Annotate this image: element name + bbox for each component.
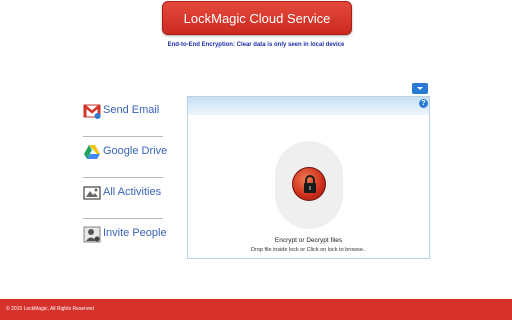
encryption-subtitle: End-to-End Encryption: Clear data is onl…	[167, 42, 345, 48]
help-icon[interactable]: ?	[419, 99, 428, 108]
sidebar-item-send-email[interactable]: Send Email	[83, 96, 163, 137]
chevron-down-icon[interactable]	[412, 83, 428, 94]
sidebar-item-label: Invite People	[103, 227, 167, 239]
footer: © 2015 LockMagic, All Rights Reserved	[0, 299, 512, 320]
service-title-button[interactable]: LockMagic Cloud Service	[162, 1, 352, 35]
sidebar-item-invite-people[interactable]: Invite People	[83, 219, 167, 260]
sidebar-item-label: All Activities	[103, 186, 162, 198]
panel-header	[188, 97, 429, 115]
sidebar-item-google-drive[interactable]: Google Drive	[83, 137, 167, 178]
sidebar-item-label: Send Email	[103, 104, 160, 116]
drop-hint: Drop file inside lock or Click on lock t…	[251, 247, 366, 253]
sidebar: Send Email Google Drive All Activities I…	[83, 96, 167, 260]
google-drive-icon	[83, 143, 101, 161]
sidebar-item-all-activities[interactable]: All Activities	[83, 178, 163, 219]
copyright-text: © 2015 LockMagic, All Rights Reserved	[6, 306, 94, 312]
gmail-icon	[83, 102, 101, 120]
invite-person-icon	[83, 225, 101, 243]
lock-icon[interactable]	[292, 167, 326, 201]
drop-title: Encrypt or Decrypt files	[274, 237, 343, 244]
activities-icon	[83, 184, 101, 202]
sidebar-item-label: Google Drive	[103, 145, 168, 157]
